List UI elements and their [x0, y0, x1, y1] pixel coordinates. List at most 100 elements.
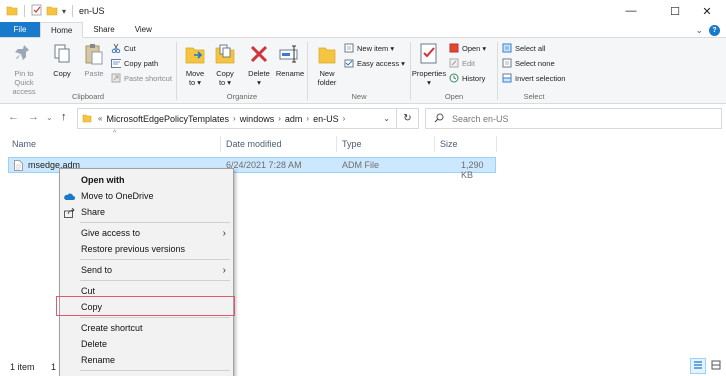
- column-divider[interactable]: [220, 136, 221, 152]
- column-header-date-modified[interactable]: Date modified: [226, 137, 282, 151]
- menu-label: Cut: [81, 286, 96, 296]
- rename-button[interactable]: Rename: [275, 41, 305, 78]
- breadcrumb-item[interactable]: adm: [285, 114, 303, 124]
- chevron-down-icon[interactable]: ⌄: [695, 25, 703, 36]
- edit-button[interactable]: Edit: [449, 58, 475, 68]
- menu-label: Delete: [81, 339, 108, 349]
- menu-item-delete[interactable]: Delete: [60, 336, 233, 352]
- minimize-button[interactable]: —: [612, 0, 650, 22]
- address-row: ← → ⌄ ↑ « MicrosoftEdgePolicyTemplates ›…: [0, 104, 726, 132]
- menu-item-rename[interactable]: Rename: [60, 352, 233, 368]
- sort-indicator-icon: ^: [113, 130, 117, 137]
- select-all-button[interactable]: Select all: [502, 43, 545, 53]
- column-header-size[interactable]: Size: [440, 137, 458, 151]
- menu-item-send-to[interactable]: Send to ›: [60, 262, 233, 278]
- copy-to-button[interactable]: Copy to ▾: [211, 41, 239, 87]
- close-button[interactable]: ✕: [688, 0, 726, 22]
- menu-item-move-to-onedrive[interactable]: Move to OneDrive: [60, 188, 233, 204]
- invert-selection-button[interactable]: Invert selection: [502, 73, 565, 83]
- menu-label: Open with: [81, 175, 125, 185]
- tab-share[interactable]: Share: [83, 22, 124, 37]
- cut-button[interactable]: Cut: [111, 43, 136, 53]
- details-view-button[interactable]: [690, 358, 706, 374]
- breadcrumb-item[interactable]: en-US: [313, 114, 339, 124]
- customize-qa-icon[interactable]: ▾: [62, 7, 66, 16]
- new-folder-label-1: New: [319, 69, 335, 78]
- breadcrumb-chevron-icon: «: [98, 114, 103, 123]
- select-group: Select all Select none Invert selection …: [498, 38, 570, 104]
- new-item-button[interactable]: New item ▾: [344, 43, 394, 53]
- new-folder-qa-icon[interactable]: [46, 5, 58, 18]
- folder-location-icon: [82, 113, 92, 125]
- breadcrumb-chevron-icon[interactable]: ›: [233, 114, 236, 123]
- copy-label: Copy: [53, 69, 71, 78]
- open-group: Properties ▾ Open ▾ Edit History Open: [411, 38, 497, 104]
- new-item-icon: [344, 43, 354, 53]
- column-header-type[interactable]: Type: [342, 137, 362, 151]
- properties-qa-icon[interactable]: [31, 4, 42, 18]
- tab-home[interactable]: Home: [40, 22, 84, 38]
- column-divider[interactable]: [496, 136, 497, 152]
- forward-arrow-icon[interactable]: →: [28, 111, 39, 123]
- onedrive-cloud-icon: [64, 191, 75, 202]
- move-to-button[interactable]: Move to ▾: [181, 41, 209, 87]
- refresh-button[interactable]: ↻: [397, 108, 419, 129]
- edit-icon: [449, 58, 459, 68]
- column-divider[interactable]: [336, 136, 337, 152]
- copy-to-label-1: Copy: [216, 69, 234, 78]
- breadcrumb-chevron-icon[interactable]: ›: [278, 114, 281, 123]
- paste-shortcut-button[interactable]: Paste shortcut: [111, 73, 172, 83]
- refresh-icon: ↻: [403, 113, 412, 124]
- delete-button[interactable]: Delete ▾: [245, 41, 273, 87]
- breadcrumb-chevron-icon[interactable]: ›: [343, 114, 346, 123]
- menu-item-give-access-to[interactable]: Give access to ›: [60, 225, 233, 241]
- breadcrumb-item[interactable]: MicrosoftEdgePolicyTemplates: [106, 114, 229, 124]
- invert-selection-label: Invert selection: [515, 73, 566, 83]
- column-divider[interactable]: [434, 136, 435, 152]
- breadcrumb-chevron-icon[interactable]: ›: [306, 114, 309, 123]
- address-dropdown-icon[interactable]: ⌄: [383, 114, 390, 123]
- menu-item-share[interactable]: Share: [60, 204, 233, 220]
- invert-selection-icon: [502, 73, 512, 83]
- open-group-label: Open: [444, 92, 464, 101]
- breadcrumb-item[interactable]: windows: [240, 114, 275, 124]
- new-folder-label-2: folder: [317, 78, 337, 87]
- large-icons-view-button[interactable]: [708, 358, 724, 374]
- select-group-label: Select: [523, 92, 545, 101]
- back-arrow-icon[interactable]: ←: [8, 111, 19, 123]
- properties-label-2: ▾: [427, 78, 431, 87]
- organize-group: Move to ▾ Copy to ▾ Delete ▾ Rename Orga…: [177, 38, 307, 104]
- address-bar[interactable]: « MicrosoftEdgePolicyTemplates › windows…: [77, 108, 397, 129]
- ribbon-right-controls: ⌄ ?: [695, 22, 720, 38]
- open-button[interactable]: Open ▾: [449, 43, 486, 53]
- paste-button[interactable]: Paste: [80, 41, 108, 78]
- qa-separator: [24, 5, 25, 17]
- history-button[interactable]: History: [449, 73, 485, 83]
- clipboard-group-label: Clipboard: [71, 92, 105, 101]
- ribbon-tabs: File Home Share View ⌄ ?: [0, 22, 726, 38]
- column-header-name[interactable]: Name: [12, 137, 36, 151]
- help-icon[interactable]: ?: [709, 24, 720, 36]
- search-placeholder: Search en-US: [452, 113, 509, 124]
- recent-locations-icon[interactable]: ⌄: [46, 113, 53, 122]
- select-none-button[interactable]: Select none: [502, 58, 555, 68]
- easy-access-label: Easy access ▾: [357, 58, 405, 68]
- properties-button[interactable]: Properties ▾: [411, 41, 447, 87]
- new-folder-button[interactable]: New folder: [312, 41, 342, 87]
- clipboard-group: Pin to Quick access Copy Paste Cut Copy …: [0, 38, 176, 104]
- tab-file[interactable]: File: [0, 22, 40, 37]
- tab-view[interactable]: View: [125, 22, 162, 37]
- easy-access-button[interactable]: Easy access ▾: [344, 58, 405, 68]
- copy-path-button[interactable]: Copy path: [111, 58, 158, 68]
- paste-icon: [82, 41, 106, 67]
- search-input[interactable]: Search en-US: [425, 108, 722, 129]
- up-arrow-icon[interactable]: ↑: [61, 111, 67, 123]
- menu-label: Create shortcut: [81, 323, 143, 333]
- menu-separator: [80, 280, 230, 281]
- menu-item-restore-previous-versions[interactable]: Restore previous versions: [60, 241, 233, 257]
- copy-button[interactable]: Copy: [48, 41, 76, 78]
- menu-label: Share: [81, 207, 106, 217]
- menu-item-open-with[interactable]: Open with: [60, 172, 233, 188]
- pin-to-quick-access-button[interactable]: Pin to Quick access: [4, 41, 44, 96]
- menu-item-create-shortcut[interactable]: Create shortcut: [60, 320, 233, 336]
